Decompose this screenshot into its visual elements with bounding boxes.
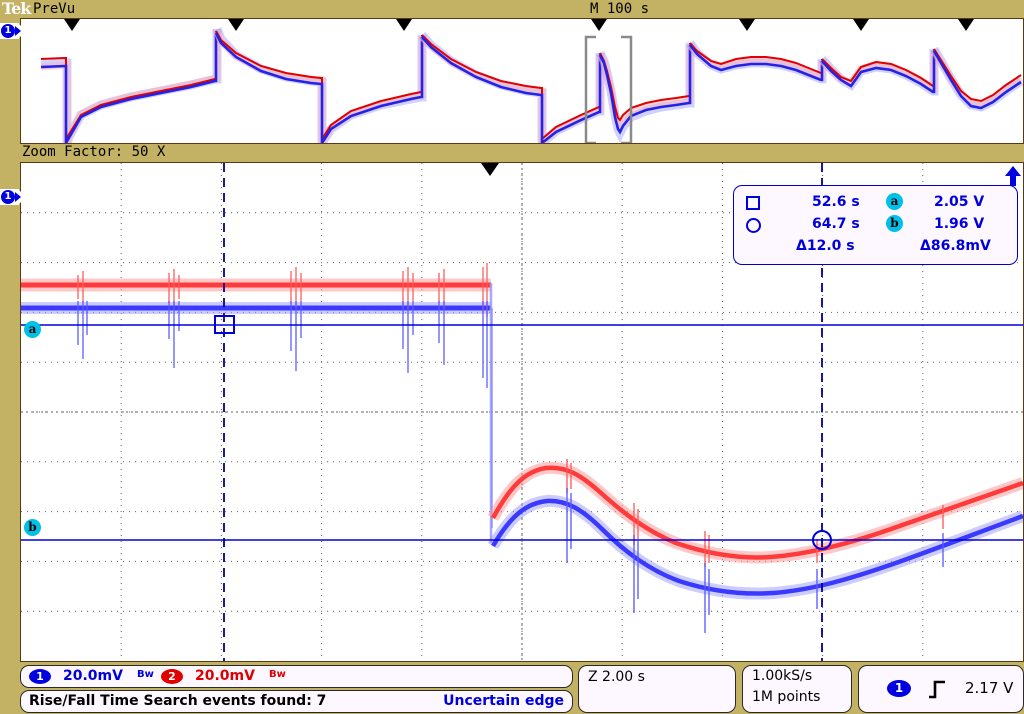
cursor-readout-badge-a: a	[886, 193, 903, 210]
cursor-b-voltage: 1.96 V	[934, 216, 985, 232]
channel-2-badge[interactable]: 2	[161, 669, 183, 684]
uncertain-edge-label[interactable]: Uncertain edge	[443, 693, 564, 709]
channel-1-bandwidth-icon: Bw	[137, 669, 154, 680]
acquisition-bar[interactable]: 1.00kS/s 1M points	[742, 665, 852, 713]
search-events-text: Rise/Fall Time Search events found: 7	[29, 693, 327, 709]
record-length-value: 1M points	[752, 689, 821, 705]
sample-rate-value: 1.00kS/s	[752, 668, 813, 684]
cursor-a-badge[interactable]: a	[24, 321, 41, 338]
trigger-source-badge[interactable]: 1	[887, 680, 911, 697]
cursor-b-time: 64.7 s	[812, 216, 860, 232]
cursor-readout-badge-b: b	[886, 215, 903, 232]
zoom-trigger-marker	[481, 163, 499, 176]
channel-1-badge[interactable]: 1	[29, 669, 51, 684]
marker-tip-inner	[15, 26, 21, 36]
oscilloscope-screen: Tek PreVu M 100 s 1 Zoom Factor: 50 X 1 …	[0, 0, 1024, 714]
trigger-bar[interactable]: 1 2.17 V	[858, 665, 1024, 713]
cursor-readout-box[interactable]: 52.6 s 64.7 s Δ12.0 s a b 2.05 V 1.96 V …	[733, 185, 1018, 265]
channel-2-scale[interactable]: 20.0mV	[195, 668, 255, 684]
overview-channel-1-marker[interactable]: 1	[0, 23, 26, 39]
zoom-timebase-bar[interactable]: Z 2.00 s	[578, 665, 736, 713]
cursor-a-voltage: 2.05 V	[934, 194, 985, 210]
overview-traces	[40, 27, 1023, 143]
zoom-timebase-value: Z 2.00 s	[588, 669, 645, 685]
channel-2-bandwidth-icon: Bw	[269, 669, 286, 680]
acquisition-state-label: PreVu	[33, 1, 76, 17]
marker-tip-inner	[15, 192, 21, 202]
overview-graticule[interactable]	[20, 18, 1024, 144]
trigger-level-arrow-icon[interactable]	[1004, 166, 1022, 186]
zoom-factor-label: Zoom Factor: 50 X	[22, 144, 166, 160]
cursor-b-badge[interactable]: b	[24, 519, 41, 536]
search-status-bar[interactable]: Rise/Fall Time Search events found: 7 Un…	[20, 690, 573, 713]
zoom-factor-bar: Zoom Factor: 50 X	[0, 144, 1024, 161]
channel-1-number: 1	[1, 24, 15, 38]
rising-edge-icon	[929, 680, 945, 699]
cursor-delta-voltage: Δ86.8mV	[920, 238, 991, 254]
cursor-delta-time: Δ12.0 s	[796, 238, 855, 254]
channel-1-number: 1	[1, 190, 15, 204]
zoom-channel-1-marker[interactable]: 1	[0, 189, 26, 205]
channel-settings-bar[interactable]: 1 20.0mV Bw 2 20.0mV Bw	[20, 665, 573, 688]
cursor-2-circle-icon	[746, 218, 761, 233]
bottom-status-area: 1 20.0mV Bw 2 20.0mV Bw Rise/Fall Time S…	[0, 665, 1024, 714]
tek-logo: Tek	[2, 0, 31, 18]
top-status-bar: Tek PreVu M 100 s	[0, 0, 1024, 18]
overview-trigger-markers	[64, 19, 974, 31]
channel-1-scale[interactable]: 20.0mV	[63, 668, 123, 684]
cursor-1-square-icon	[746, 196, 760, 210]
plateau-glitches-blue	[77, 301, 488, 388]
overview-waveform-svg	[40, 19, 1023, 143]
main-timebase-label: M 100 s	[590, 1, 650, 17]
trigger-level-value: 2.17 V	[965, 679, 1014, 697]
cursor-a-time: 52.6 s	[812, 194, 860, 210]
